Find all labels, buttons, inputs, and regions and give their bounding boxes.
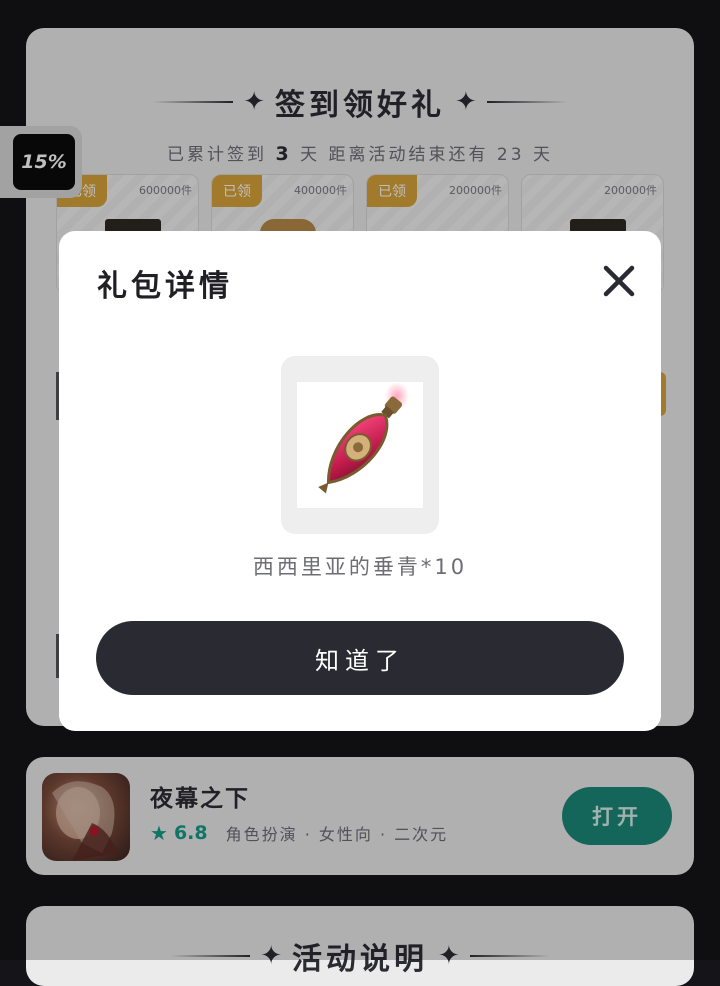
potion-item-image: [297, 382, 423, 508]
gift-detail-modal: 礼包详情 西西里亚的垂青*10 知道了: [59, 231, 661, 731]
confirm-button[interactable]: 知道了: [96, 621, 624, 695]
gift-item-frame: [281, 356, 439, 534]
modal-title: 礼包详情: [97, 269, 233, 304]
close-icon[interactable]: [595, 257, 643, 305]
page-root: ✦ 签到领好礼 ✦ 已累计签到 3 天 距离活动结束还有 23 天 已领 600…: [0, 0, 720, 986]
gift-item-name: 西西里亚的垂青*10: [252, 555, 468, 579]
